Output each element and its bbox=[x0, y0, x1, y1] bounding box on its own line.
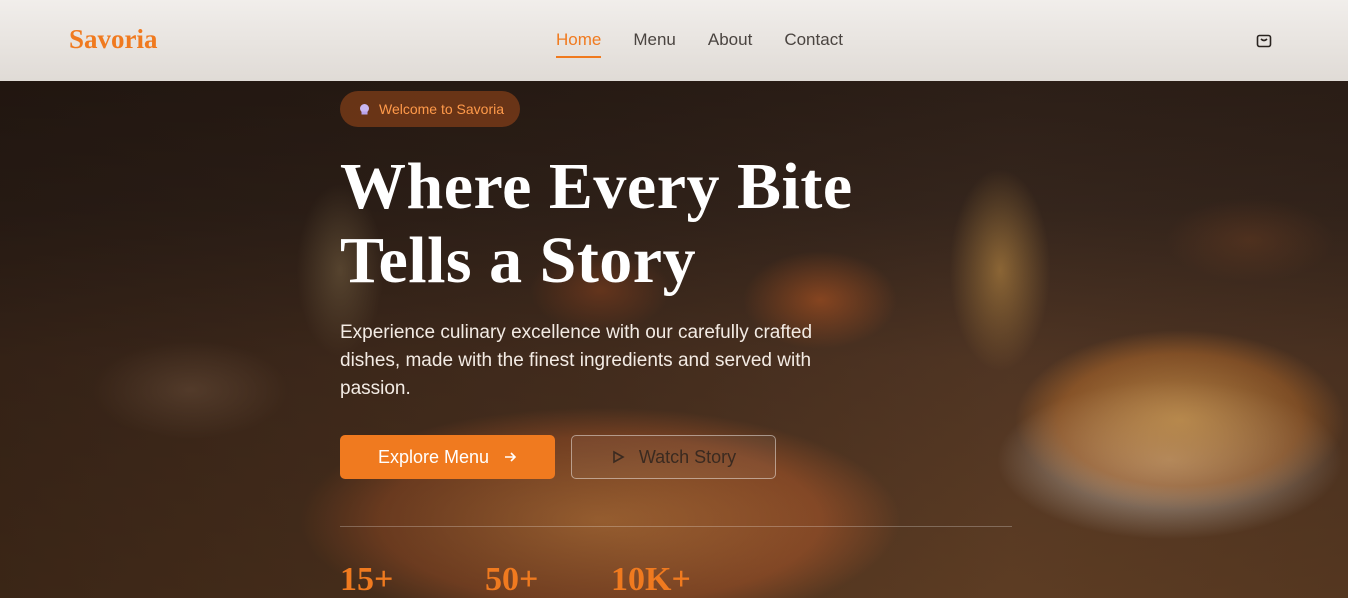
hero-headline-line1: Where Every Bite bbox=[340, 150, 853, 223]
nav-link-menu[interactable]: Menu bbox=[633, 30, 676, 58]
nav-link-contact[interactable]: Contact bbox=[784, 30, 843, 58]
stat-value: 10K+ bbox=[611, 561, 691, 598]
chef-hat-icon bbox=[360, 103, 369, 114]
welcome-badge-label: Welcome to Savoria bbox=[379, 101, 505, 117]
hero-headline-line2: Tells a Story bbox=[340, 224, 697, 297]
stats-row: 15+ 50+ 10K+ bbox=[340, 560, 691, 598]
watch-story-label: Watch Story bbox=[638, 446, 737, 467]
hero-headline: Where Every Bite Tells a Story bbox=[340, 150, 853, 298]
stats-divider bbox=[340, 526, 1012, 527]
nav-link-home[interactable]: Home bbox=[556, 30, 602, 58]
nav-link-about[interactable]: About bbox=[708, 30, 752, 58]
main-nav: Home Menu About Contact bbox=[556, 30, 843, 58]
stat-value: 15+ bbox=[340, 561, 394, 598]
brand-logo[interactable]: Savoria bbox=[69, 24, 158, 55]
welcome-badge: Welcome to Savoria bbox=[340, 91, 521, 127]
play-icon bbox=[613, 450, 625, 464]
site-header: Savoria Home Menu About Contact bbox=[0, 0, 1348, 81]
hero-overlay bbox=[0, 0, 1348, 598]
hero-subtitle: Experience culinary excellence with our … bbox=[340, 322, 813, 399]
explore-menu-label: Explore Menu bbox=[377, 446, 490, 467]
shopping-bag-icon[interactable] bbox=[1255, 31, 1273, 49]
watch-story-button[interactable]: Watch Story bbox=[571, 435, 776, 479]
explore-menu-button[interactable]: Explore Menu bbox=[340, 435, 555, 479]
arrow-right-icon bbox=[505, 452, 517, 462]
stat-value: 50+ bbox=[485, 561, 539, 598]
